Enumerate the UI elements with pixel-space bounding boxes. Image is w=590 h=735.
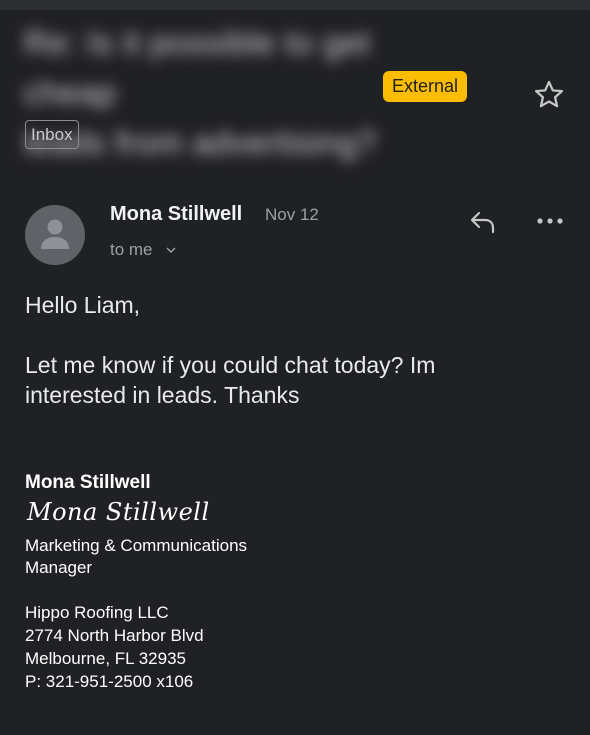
top-bar — [0, 0, 590, 10]
message-line-1: Let me know if you could chat today? Im — [25, 352, 436, 378]
message-line-2: interested in leads. Thanks — [25, 382, 300, 408]
subject-line-1: Re: Is it possible to get cheap — [24, 24, 371, 111]
signature-script: Mona Stillwell — [27, 498, 210, 526]
signature-address-line-2: Melbourne, FL 32935 — [25, 649, 186, 668]
message-body: Let me know if you could chat today? Im … — [25, 350, 545, 410]
sent-date: Nov 12 — [265, 205, 319, 224]
person-icon — [41, 219, 69, 249]
signature-title-line-2: Manager — [25, 558, 93, 577]
signature-title-line-1: Marketing & Communications — [25, 536, 248, 555]
sender-avatar[interactable] — [25, 205, 85, 265]
signature-name: Mona Stillwell — [25, 472, 151, 493]
sender-name: Mona Stillwell — [110, 203, 243, 225]
signature-phone[interactable]: P: 321-951-2500 x106 — [25, 671, 193, 693]
external-badge: External — [383, 71, 467, 102]
chevron-down-icon[interactable] — [165, 246, 177, 254]
signature-address-line-1: 2774 North Harbor Blvd — [25, 626, 204, 645]
star-icon[interactable] — [532, 78, 566, 112]
reply-icon[interactable] — [468, 208, 498, 236]
recipient-summary[interactable]: to me — [110, 240, 153, 260]
more-options-icon[interactable] — [536, 215, 564, 227]
signature-company: Hippo Roofing LLC — [25, 603, 169, 622]
message-greeting: Hello Liam, — [25, 292, 141, 318]
inbox-label-chip[interactable]: Inbox — [25, 120, 79, 149]
